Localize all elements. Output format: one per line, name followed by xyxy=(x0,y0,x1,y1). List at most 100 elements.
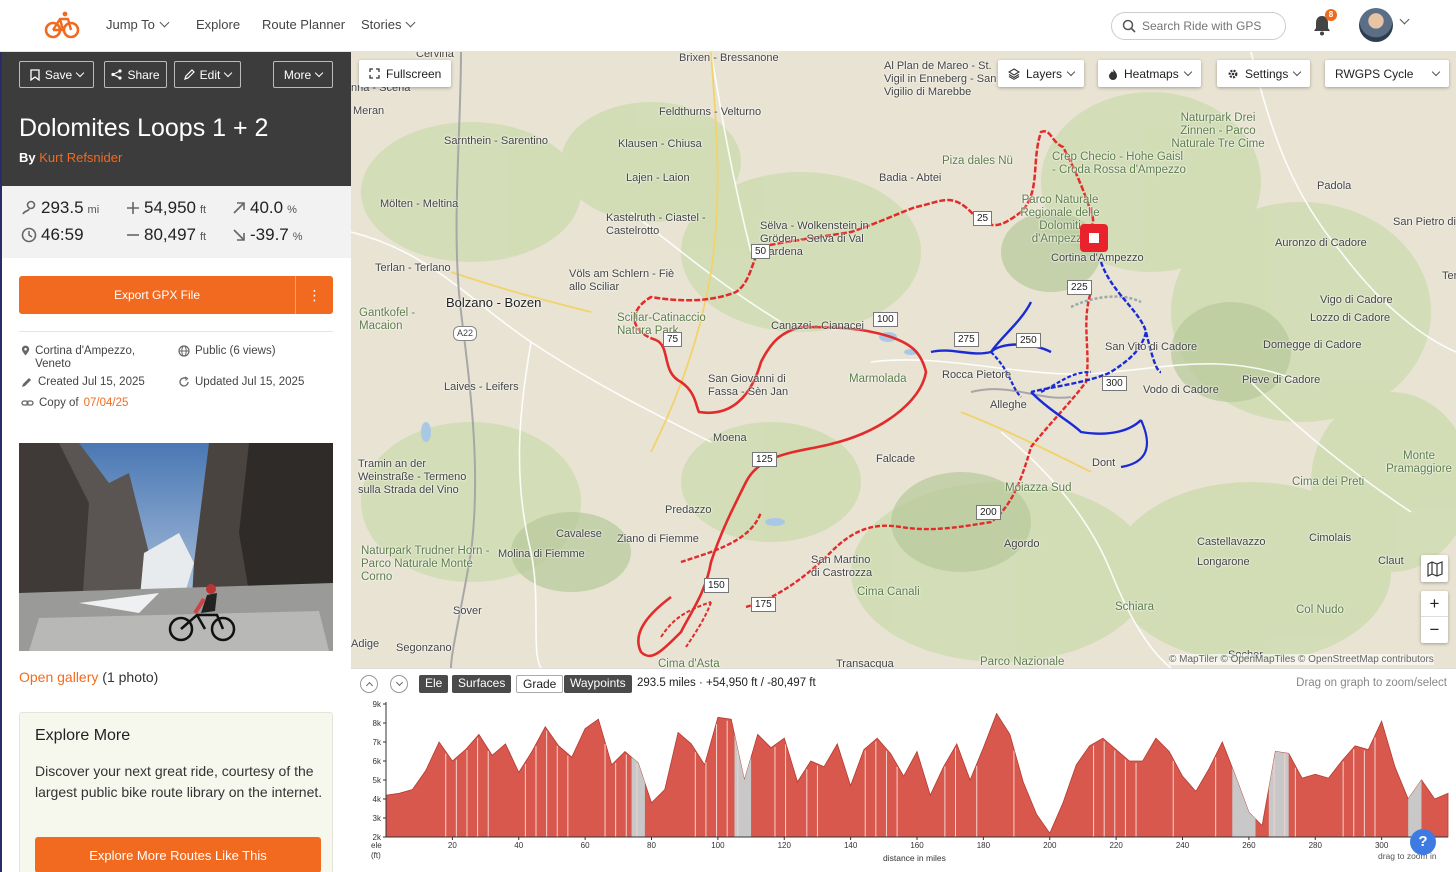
zoom-in-button[interactable]: + xyxy=(1421,591,1448,617)
map-style-select[interactable]: RWGPS Cycle xyxy=(1325,60,1449,87)
place-label: Brixen - Bressanone xyxy=(679,52,779,64)
settings-label: Settings xyxy=(1245,66,1289,81)
route-photo[interactable] xyxy=(19,443,333,651)
place-label: Sover xyxy=(453,605,482,617)
chevron-down-icon xyxy=(75,68,85,77)
place-label: Agordo xyxy=(1004,538,1040,550)
place-label: Cimolais xyxy=(1309,532,1352,544)
place-label: Auronzo di Cadore xyxy=(1275,237,1367,249)
min-grade-value: -39.7 xyxy=(250,225,289,244)
settings-button[interactable]: Settings xyxy=(1217,60,1311,87)
x-tick-label: 20 xyxy=(448,841,457,850)
place-label: Gantkofel - Macaion xyxy=(359,307,416,332)
unpaved-segment xyxy=(1268,751,1289,837)
export-options-button[interactable]: ⋮ xyxy=(295,276,333,314)
distance-icon xyxy=(22,200,36,215)
copy-of-link[interactable]: 07/04/25 xyxy=(84,397,129,410)
nav-stories-label: Stories xyxy=(361,17,402,32)
user-avatar[interactable] xyxy=(1359,8,1393,42)
export-gpx-button[interactable]: Export GPX File xyxy=(19,276,295,314)
route-map[interactable]: Cervina nna - Scena Meran Brixen - Bress… xyxy=(351,52,1456,668)
distance-value: 293.5 xyxy=(41,198,84,217)
nav-explore[interactable]: Explore xyxy=(196,17,240,32)
place-label: Mölten - Meltina xyxy=(380,198,459,210)
flame-icon xyxy=(1109,68,1117,80)
unpaved-segment xyxy=(1232,767,1256,837)
map-style-label: RWGPS Cycle xyxy=(1335,66,1414,81)
chevron-down-icon xyxy=(159,17,170,28)
mile-marker[interactable]: 175 xyxy=(751,597,776,612)
edit-button[interactable]: Edit xyxy=(174,61,241,88)
mile-marker[interactable]: 300 xyxy=(1102,376,1127,391)
help-button[interactable]: ? xyxy=(1410,829,1436,855)
stat-distance: 293.5 mi xyxy=(21,198,99,218)
more-button[interactable]: More xyxy=(273,61,333,88)
mile-marker[interactable]: 200 xyxy=(976,505,1001,520)
layers-button[interactable]: Layers xyxy=(998,60,1085,87)
nav-explore-label: Explore xyxy=(196,17,241,32)
place-label: Vigo di Cadore xyxy=(1320,294,1393,306)
search-box[interactable] xyxy=(1111,12,1286,40)
chevron-down-icon xyxy=(1066,67,1076,76)
save-label: Save xyxy=(44,67,73,82)
mile-marker[interactable]: 75 xyxy=(663,332,683,347)
mile-marker[interactable]: 150 xyxy=(704,578,729,593)
route-title: Dolomites Loops 1 + 2 xyxy=(19,114,269,142)
x-tick-label: 100 xyxy=(711,841,725,850)
mile-marker[interactable]: 100 xyxy=(873,312,898,327)
chevron-down-icon xyxy=(224,68,233,77)
mile-marker[interactable]: 25 xyxy=(973,211,993,226)
route-header: Save Share Edit More Dolomites Loops 1 +… xyxy=(2,52,351,186)
place-label: Sëlva - Wolkenstein in Gröden - Selva di… xyxy=(760,220,869,258)
account-chevron-down-icon[interactable] xyxy=(1399,14,1410,25)
chevron-down-icon xyxy=(406,17,416,28)
place-label: Klausen - Chiusa xyxy=(618,138,702,150)
nav-jump-to[interactable]: Jump To xyxy=(106,17,170,32)
mile-marker[interactable]: 225 xyxy=(1067,280,1092,295)
nav-stories[interactable]: Stories xyxy=(361,17,416,32)
mile-marker[interactable]: 250 xyxy=(1016,333,1041,348)
open-gallery-link[interactable]: Open gallery xyxy=(19,669,98,685)
route-location: Cortina d'Ampezzo, Veneto xyxy=(21,345,161,371)
mile-marker[interactable]: 50 xyxy=(751,244,771,259)
mile-marker[interactable]: 275 xyxy=(954,332,979,347)
y-tick-label: 4k xyxy=(373,795,382,804)
layers-icon xyxy=(1008,67,1020,80)
mountain-bike-photo xyxy=(19,443,333,651)
route-start-marker[interactable] xyxy=(1080,224,1108,252)
highway-shield: A22 xyxy=(453,326,478,341)
route-visibility: Public (6 views) xyxy=(178,345,276,358)
ridewithgps-logo-icon[interactable] xyxy=(44,10,80,40)
mile-marker[interactable]: 125 xyxy=(752,452,777,467)
share-button[interactable]: Share xyxy=(104,61,167,88)
place-label: Naturpark Trudner Horn - Parco Naturale … xyxy=(361,545,490,583)
x-tick-label: 80 xyxy=(647,841,656,850)
x-tick-label: 300 xyxy=(1375,841,1389,850)
x-tick-label: 280 xyxy=(1309,841,1323,850)
place-label: Dont xyxy=(1092,457,1116,469)
search-input[interactable] xyxy=(1142,19,1272,33)
pencil-icon xyxy=(183,69,195,80)
x-ticks: 20 40 60 80 100 120 140 160 180 200 220 240 260 280 30… xyxy=(448,837,1389,850)
updated-text: Updated Jul 15, 2025 xyxy=(195,376,305,388)
place-label: Falcade xyxy=(876,453,916,465)
map-view-toggle-button[interactable] xyxy=(1421,555,1448,582)
divider xyxy=(19,331,333,332)
fullscreen-button[interactable]: Fullscreen xyxy=(359,60,452,87)
place-label: Claut xyxy=(1378,555,1404,567)
save-button[interactable]: Save xyxy=(19,61,94,88)
heatmaps-button[interactable]: Heatmaps xyxy=(1098,60,1201,87)
zoom-out-button[interactable]: − xyxy=(1421,617,1448,643)
plus-icon xyxy=(127,202,139,214)
route-details-panel: Save Share Edit More Dolomites Loops 1 +… xyxy=(0,52,351,872)
arrow-up-right-icon xyxy=(233,202,245,214)
place-label: Bolzano - Bozen xyxy=(446,295,542,310)
elevation-chart[interactable]: 2k3k4k5k6k7k8k9k 20 40 60 80 100 120 140 160 180… xyxy=(351,669,1456,872)
place-label: Badia - Abtei xyxy=(879,172,942,184)
place-label: Kastelruth - Ciastel - Castelrotto xyxy=(606,212,706,237)
explore-more-text: Discover your next great ride, courtesy … xyxy=(35,763,323,800)
y-ticks: 2k3k4k5k6k7k8k9k xyxy=(373,700,386,842)
nav-route-planner[interactable]: Route Planner xyxy=(262,17,345,32)
explore-more-routes-button[interactable]: Explore More Routes Like This xyxy=(35,837,321,872)
author-link[interactable]: Kurt Refsnider xyxy=(39,150,122,165)
